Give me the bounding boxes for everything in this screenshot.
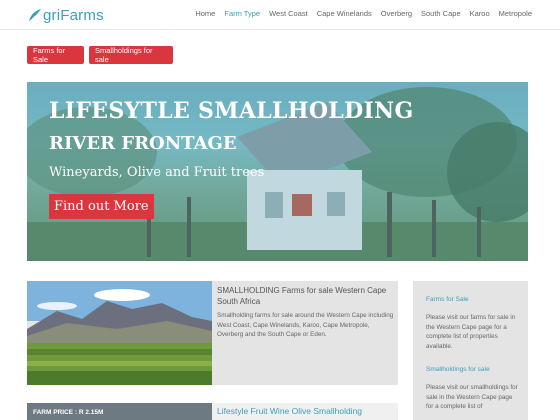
listing-title[interactable]: SMALLHOLDING Farms for sale Western Cape… — [217, 285, 395, 307]
hero-subtitle: Wineyards, Olive and Fruit trees — [49, 165, 265, 180]
farms-for-sale-button[interactable]: Farms for Sale — [27, 46, 84, 64]
nav-home[interactable]: Home — [195, 9, 215, 18]
listing-description: Smallholding farms for sale around the W… — [217, 312, 394, 338]
sidebar-smallholdings-link[interactable]: Smallholdings for sale — [426, 366, 490, 373]
main-nav: Home Farm Type West Coast Cape Winelands… — [186, 9, 532, 18]
nav-west-coast[interactable]: West Coast — [269, 9, 308, 18]
hero-banner: LIFESYTLE SMALLHOLDING RIVER FRONTAGE Wi… — [27, 82, 528, 261]
site-header: griFarms Home Farm Type West Coast Cape … — [0, 0, 560, 30]
find-out-more-button[interactable]: Find out More — [49, 194, 154, 219]
listing-image-lifestyle[interactable]: FARM PRICE : R 2.15M — [27, 403, 212, 420]
hero-title-line2: RIVER FRONTAGE — [49, 133, 237, 154]
site-logo[interactable]: griFarms — [28, 5, 104, 25]
nav-farm-type[interactable]: Farm Type — [224, 9, 260, 18]
smallholdings-for-sale-button[interactable]: Smallholdings for sale — [89, 46, 173, 64]
listing-card-lifestyle[interactable]: FARM PRICE : R 2.15M Lifestyle Fruit Win… — [27, 403, 398, 420]
listing-image-mountains[interactable] — [27, 281, 212, 385]
nav-overberg[interactable]: Overberg — [381, 9, 412, 18]
logo-leaf-icon — [29, 9, 41, 22]
sidebar-farms-text: Please visit our farms for sale in the W… — [426, 314, 516, 350]
nav-karoo[interactable]: Karoo — [470, 9, 490, 18]
sidebar: Farms for Sale Please visit our farms fo… — [413, 281, 528, 420]
hero-title-line1: LIFESYTLE SMALLHOLDING — [49, 98, 414, 124]
sidebar-farms-link[interactable]: Farms for Sale — [426, 296, 469, 303]
nav-metropole[interactable]: Metropole — [499, 9, 532, 18]
nav-south-cape[interactable]: South Cape — [421, 9, 461, 18]
sidebar-smallholdings-text: Please visit our smallholdings for sale … — [426, 384, 518, 410]
nav-cape-winelands[interactable]: Cape Winelands — [317, 9, 372, 18]
farm-price-label: FARM PRICE : R 2.15M — [33, 409, 104, 416]
listing-title-link[interactable]: Lifestyle Fruit Wine Olive Smallholding — [217, 406, 362, 416]
logo-text: griFarms — [43, 6, 104, 24]
listing-card-smallholding[interactable]: SMALLHOLDING Farms for sale Western Cape… — [27, 281, 398, 385]
